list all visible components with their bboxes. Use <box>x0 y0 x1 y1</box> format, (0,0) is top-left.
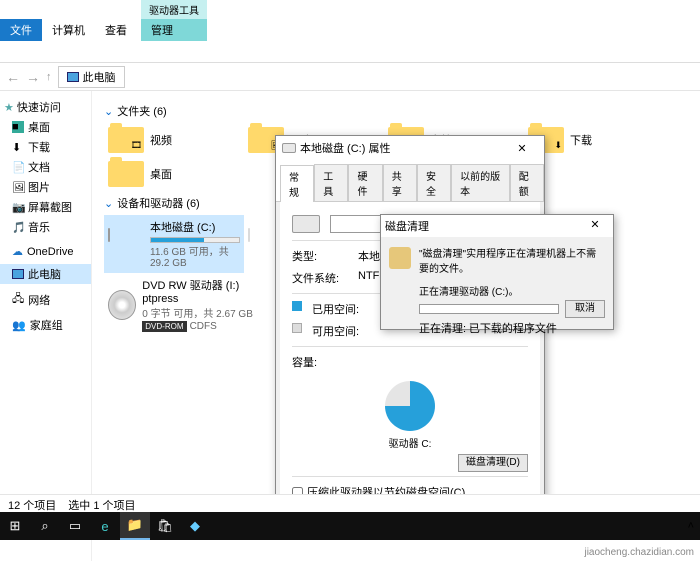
tray-up-icon[interactable]: ˄ <box>688 520 694 532</box>
tab-prev[interactable]: 以前的版本 <box>451 164 510 201</box>
address-bar: ← → ↑ 此电脑 <box>0 63 700 91</box>
cleanup-dialog: 磁盘清理 ✕ "磁盘清理"实用程序正在清理机器上不需要的文件。 正在清理驱动器 … <box>380 214 614 330</box>
close-icon[interactable]: ✕ <box>506 142 538 155</box>
folder-downloads[interactable]: ⬇下载 <box>524 123 664 157</box>
sidebar: ★快速访问 ■桌面 ⬇下载 📄文档 🖼图片 📷屏幕截图 🎵音乐 ☁OneDriv… <box>0 91 92 561</box>
nav-fwd-icon: → <box>26 69 40 85</box>
taskview-icon[interactable]: ▭ <box>60 512 90 540</box>
status-count: 12 个项目 <box>8 497 56 510</box>
sidebar-item-documents[interactable]: 📄文档 <box>4 157 87 177</box>
tab-manage[interactable]: 管理 <box>141 19 207 41</box>
nav-up-icon[interactable]: ↑ <box>46 71 52 83</box>
cleanup-close-icon[interactable]: ✕ <box>581 217 609 235</box>
tab-sharing[interactable]: 共享 <box>383 164 417 201</box>
progress-bar <box>419 304 559 314</box>
dialog-title: 本地磁盘 (C:) 属性 <box>300 140 390 156</box>
sidebar-item-downloads[interactable]: ⬇下载 <box>4 137 87 157</box>
search-icon[interactable]: ⌕ <box>30 512 60 540</box>
sidebar-thispc[interactable]: 此电脑 <box>0 264 91 284</box>
explorer-icon[interactable]: 📁 <box>120 512 150 540</box>
pie-icon <box>385 381 435 431</box>
sidebar-item-screenshots[interactable]: 📷屏幕截图 <box>4 197 87 217</box>
nav-back-icon[interactable]: ← <box>6 69 20 85</box>
sidebar-network[interactable]: 🖧网络 <box>4 288 87 311</box>
tab-hardware[interactable]: 硬件 <box>348 164 382 201</box>
breadcrumb[interactable]: 此电脑 <box>58 66 125 88</box>
disk-cleanup-button[interactable]: 磁盘清理(D) <box>458 454 528 472</box>
tab-tools[interactable]: 工具 <box>314 164 348 201</box>
watermark-url: jiaocheng.chazidian.com <box>584 547 694 558</box>
tab-security[interactable]: 安全 <box>417 164 451 201</box>
sidebar-homegroup[interactable]: 👥家庭组 <box>4 315 87 335</box>
tab-computer[interactable]: 计算机 <box>42 19 95 41</box>
cleanup-cancel-button[interactable]: 取消 <box>565 300 605 318</box>
ribbon-context: 驱动器工具 <box>141 0 207 19</box>
tray[interactable]: ˄ <box>688 520 700 532</box>
folder-desktop[interactable]: 桌面 <box>104 157 244 191</box>
folder-videos[interactable]: 🎞视频 <box>104 123 244 157</box>
store-icon[interactable]: 🛍 <box>150 512 180 540</box>
tab-quota[interactable]: 配额 <box>510 164 544 201</box>
tab-general[interactable]: 常规 <box>280 165 314 202</box>
status-selected: 选中 1 个项目 <box>68 497 135 510</box>
sidebar-item-music[interactable]: 🎵音乐 <box>4 217 87 237</box>
pc-icon <box>67 72 79 82</box>
section-folders[interactable]: ⌄ 文件夹 (6) <box>104 99 688 123</box>
start-button[interactable]: ⊞ <box>0 512 30 540</box>
drive-c[interactable]: 本地磁盘 (C:) 11.6 GB 可用，共 29.2 GB <box>104 215 244 273</box>
taskbar: ⊞ ⌕ ▭ e 📁 🛍 ◆ ˄ <box>0 512 700 540</box>
app-icon[interactable]: ◆ <box>180 512 210 540</box>
sidebar-item-desktop[interactable]: ■桌面 <box>4 117 87 137</box>
breadcrumb-text: 此电脑 <box>83 69 116 85</box>
sidebar-quick[interactable]: ★快速访问 <box>4 97 87 117</box>
edge-icon[interactable]: e <box>90 512 120 540</box>
tab-file[interactable]: 文件 <box>0 19 42 41</box>
drive-dvd[interactable]: DVD RW 驱动器 (I:) ptpress 0 字节 可用，共 2.67 G… <box>104 273 274 336</box>
tab-view[interactable]: 查看 <box>95 19 137 41</box>
sidebar-item-pictures[interactable]: 🖼图片 <box>4 177 87 197</box>
cleanup-message: "磁盘清理"实用程序正在清理机器上不需要的文件。 <box>419 245 605 275</box>
cleanup-icon <box>389 247 411 269</box>
cleanup-title: 磁盘清理 <box>385 218 429 234</box>
sidebar-onedrive[interactable]: ☁OneDrive <box>4 243 87 260</box>
